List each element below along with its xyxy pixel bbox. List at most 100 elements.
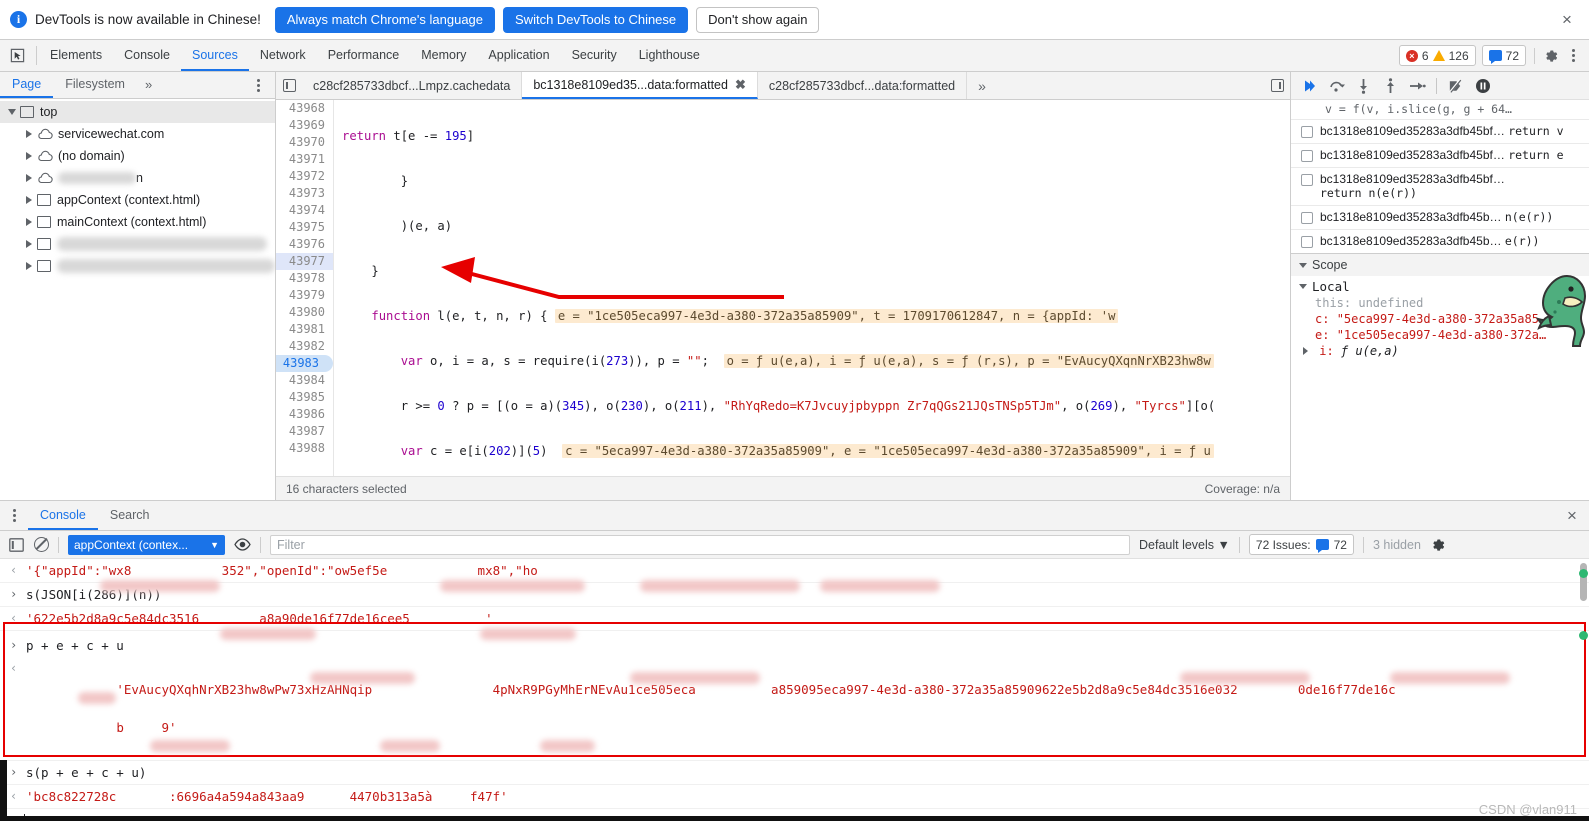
line-number: 43974 bbox=[288, 203, 325, 217]
deactivate-breakpoints-icon[interactable] bbox=[1447, 77, 1464, 94]
line-number: 43979 bbox=[288, 288, 325, 302]
window-edge-left bbox=[0, 760, 7, 821]
tab-network[interactable]: Network bbox=[249, 40, 317, 71]
code-content[interactable]: return t[e -= 195] } )(e, a) } function … bbox=[334, 100, 1290, 476]
nav-tab-more-icon[interactable]: » bbox=[137, 72, 160, 98]
issues-count: 72 bbox=[1333, 537, 1347, 552]
frame-icon bbox=[37, 216, 51, 228]
gear-icon[interactable] bbox=[1430, 537, 1446, 553]
code-line: r >= 0 ? p = [(o = a)(345), o(230), o(21… bbox=[342, 399, 1216, 413]
execution-context-select[interactable]: appContext (contex... ▼ bbox=[68, 534, 225, 555]
console-input-text: p + e + c + u bbox=[26, 638, 124, 653]
cloud-icon bbox=[37, 128, 53, 140]
resume-script-icon[interactable] bbox=[1301, 77, 1318, 94]
more-options-icon[interactable] bbox=[1565, 49, 1581, 62]
chevron-right-icon bbox=[26, 130, 32, 138]
tab-memory[interactable]: Memory bbox=[410, 40, 477, 71]
editor-tab-bc1318-formatted[interactable]: bc1318e8109ed35...data:formatted ✖ bbox=[522, 72, 758, 99]
tree-item-redacted-1[interactable] bbox=[0, 233, 275, 255]
warning-count: 126 bbox=[1448, 48, 1469, 63]
tab-console[interactable]: Console bbox=[113, 40, 181, 71]
message-counter[interactable]: 72 bbox=[1481, 45, 1526, 66]
scrollbar-marker-top bbox=[1579, 569, 1588, 578]
output-arrow-icon: ‹ bbox=[10, 563, 18, 577]
tab-security[interactable]: Security bbox=[561, 40, 628, 71]
editor-tabs-overflow-icon[interactable]: » bbox=[967, 72, 997, 99]
breakpoint-item[interactable]: bc1318e8109ed35283a3dfb45b… e(r)) bbox=[1291, 229, 1589, 253]
chevron-right-icon bbox=[26, 262, 32, 270]
issues-button[interactable]: 72 Issues: 72 bbox=[1248, 534, 1354, 555]
coverage-status: Coverage: n/a bbox=[1204, 481, 1280, 496]
editor-status-bar: 16 characters selected Coverage: n/a bbox=[276, 476, 1290, 500]
breakpoint-item[interactable]: bc1318e8109ed35283a3dfb45bf… return e bbox=[1291, 143, 1589, 167]
console-filter-input[interactable]: Filter bbox=[270, 534, 1130, 555]
line-number: 43973 bbox=[288, 186, 325, 200]
line-number: 43987 bbox=[288, 424, 325, 438]
breakpoint-checkbox[interactable] bbox=[1301, 126, 1313, 138]
breakpoint-url: bc1318e8109ed35283a3dfb45bf… bbox=[1320, 172, 1505, 186]
drawer-tab-console[interactable]: Console bbox=[28, 501, 98, 530]
editor-tab-cachedata[interactable]: c28cf285733dbcf...Lmpz.cachedata bbox=[302, 72, 523, 99]
step-out-icon[interactable] bbox=[1382, 77, 1399, 94]
clear-console-icon[interactable] bbox=[34, 537, 49, 552]
code-editor[interactable]: 43968 43969 43970 43971 43972 43973 4397… bbox=[276, 100, 1290, 476]
step-into-icon[interactable] bbox=[1355, 77, 1372, 94]
chevron-down-icon: ▼ bbox=[210, 539, 219, 550]
tab-lighthouse[interactable]: Lighthouse bbox=[628, 40, 711, 71]
tree-item-label: top bbox=[40, 105, 58, 119]
nav-tab-page[interactable]: Page bbox=[0, 72, 54, 98]
scroll-tabs-right-icon[interactable] bbox=[1264, 72, 1290, 99]
drawer-tab-search[interactable]: Search bbox=[98, 501, 162, 530]
scroll-tabs-left-icon[interactable] bbox=[276, 72, 302, 99]
breakpoint-checkbox[interactable] bbox=[1301, 150, 1313, 162]
pause-on-exceptions-icon[interactable] bbox=[1474, 77, 1491, 94]
log-level-select[interactable]: Default levels ▼ bbox=[1139, 538, 1230, 552]
switch-devtools-chinese-button[interactable]: Switch DevTools to Chinese bbox=[503, 6, 689, 33]
tree-item-redacted-domain[interactable]: n bbox=[0, 167, 275, 189]
tree-item-redacted-2[interactable] bbox=[0, 255, 275, 277]
inspect-element-icon[interactable] bbox=[0, 40, 34, 71]
breakpoint-item[interactable]: bc1318e8109ed35283a3dfb45b… n(e(r)) bbox=[1291, 205, 1589, 229]
editor-tab-c28cf-formatted[interactable]: c28cf285733dbcf...data:formatted bbox=[758, 72, 968, 99]
panel-tab-list: Elements Console Sources Network Perform… bbox=[39, 40, 711, 71]
console-input-row: › s(JSON[i(286)](n)) bbox=[0, 583, 1589, 607]
tree-item-top[interactable]: top bbox=[0, 101, 275, 123]
dont-show-again-button[interactable]: Don't show again bbox=[696, 6, 820, 33]
always-match-language-button[interactable]: Always match Chrome's language bbox=[274, 6, 496, 33]
breakpoint-item[interactable]: bc1318e8109ed35283a3dfb45bf… return v bbox=[1291, 119, 1589, 143]
tab-elements[interactable]: Elements bbox=[39, 40, 113, 71]
error-warning-counter[interactable]: × 6 126 bbox=[1398, 45, 1476, 66]
scope-var-value: "1ce505eca997-4e3d-a380-372a… bbox=[1336, 328, 1547, 342]
tab-sources[interactable]: Sources bbox=[180, 40, 249, 71]
tree-item-servicewechat[interactable]: servicewechat.com bbox=[0, 123, 275, 145]
breakpoint-checkbox[interactable] bbox=[1301, 212, 1313, 224]
close-icon[interactable]: × bbox=[1555, 8, 1579, 32]
console-message-list[interactable]: ‹ '{"appId":"wx8 352","openId":"ow5ef5e … bbox=[0, 559, 1589, 821]
breakpoint-checkbox[interactable] bbox=[1301, 174, 1313, 186]
live-expression-icon[interactable] bbox=[234, 536, 251, 553]
toolbar-divider bbox=[36, 46, 37, 65]
breakpoint-checkbox[interactable] bbox=[1301, 236, 1313, 248]
step-over-icon[interactable] bbox=[1328, 77, 1345, 94]
step-icon[interactable] bbox=[1409, 77, 1426, 94]
message-count: 72 bbox=[1505, 48, 1519, 63]
debugger-toolbar bbox=[1291, 72, 1589, 100]
line-number: 43988 bbox=[288, 441, 325, 455]
console-sidebar-toggle-icon[interactable] bbox=[8, 536, 25, 553]
nav-tab-filesystem[interactable]: Filesystem bbox=[53, 72, 137, 98]
tab-performance[interactable]: Performance bbox=[317, 40, 411, 71]
console-output-row: ‹ '{"appId":"wx8 352","openId":"ow5ef5e … bbox=[0, 559, 1589, 583]
gear-icon[interactable] bbox=[1543, 48, 1559, 64]
console-output-text: '622e5b2d8a9c5e84dc3516 a8a90de16f77de16… bbox=[26, 611, 493, 626]
close-icon[interactable]: ✖ bbox=[735, 77, 746, 93]
tree-item-appcontext[interactable]: appContext (context.html) bbox=[0, 189, 275, 211]
close-icon[interactable]: × bbox=[1555, 501, 1589, 530]
frame-icon bbox=[37, 260, 51, 272]
tree-item-no-domain[interactable]: (no domain) bbox=[0, 145, 275, 167]
navigator-menu-icon[interactable] bbox=[241, 72, 275, 98]
tree-item-maincontext[interactable]: mainContext (context.html) bbox=[0, 211, 275, 233]
filter-placeholder: Filter bbox=[277, 537, 305, 552]
tab-application[interactable]: Application bbox=[477, 40, 560, 71]
breakpoint-item[interactable]: bc1318e8109ed35283a3dfb45bf… return n(e(… bbox=[1291, 167, 1589, 205]
drawer-menu-icon[interactable] bbox=[0, 501, 28, 530]
